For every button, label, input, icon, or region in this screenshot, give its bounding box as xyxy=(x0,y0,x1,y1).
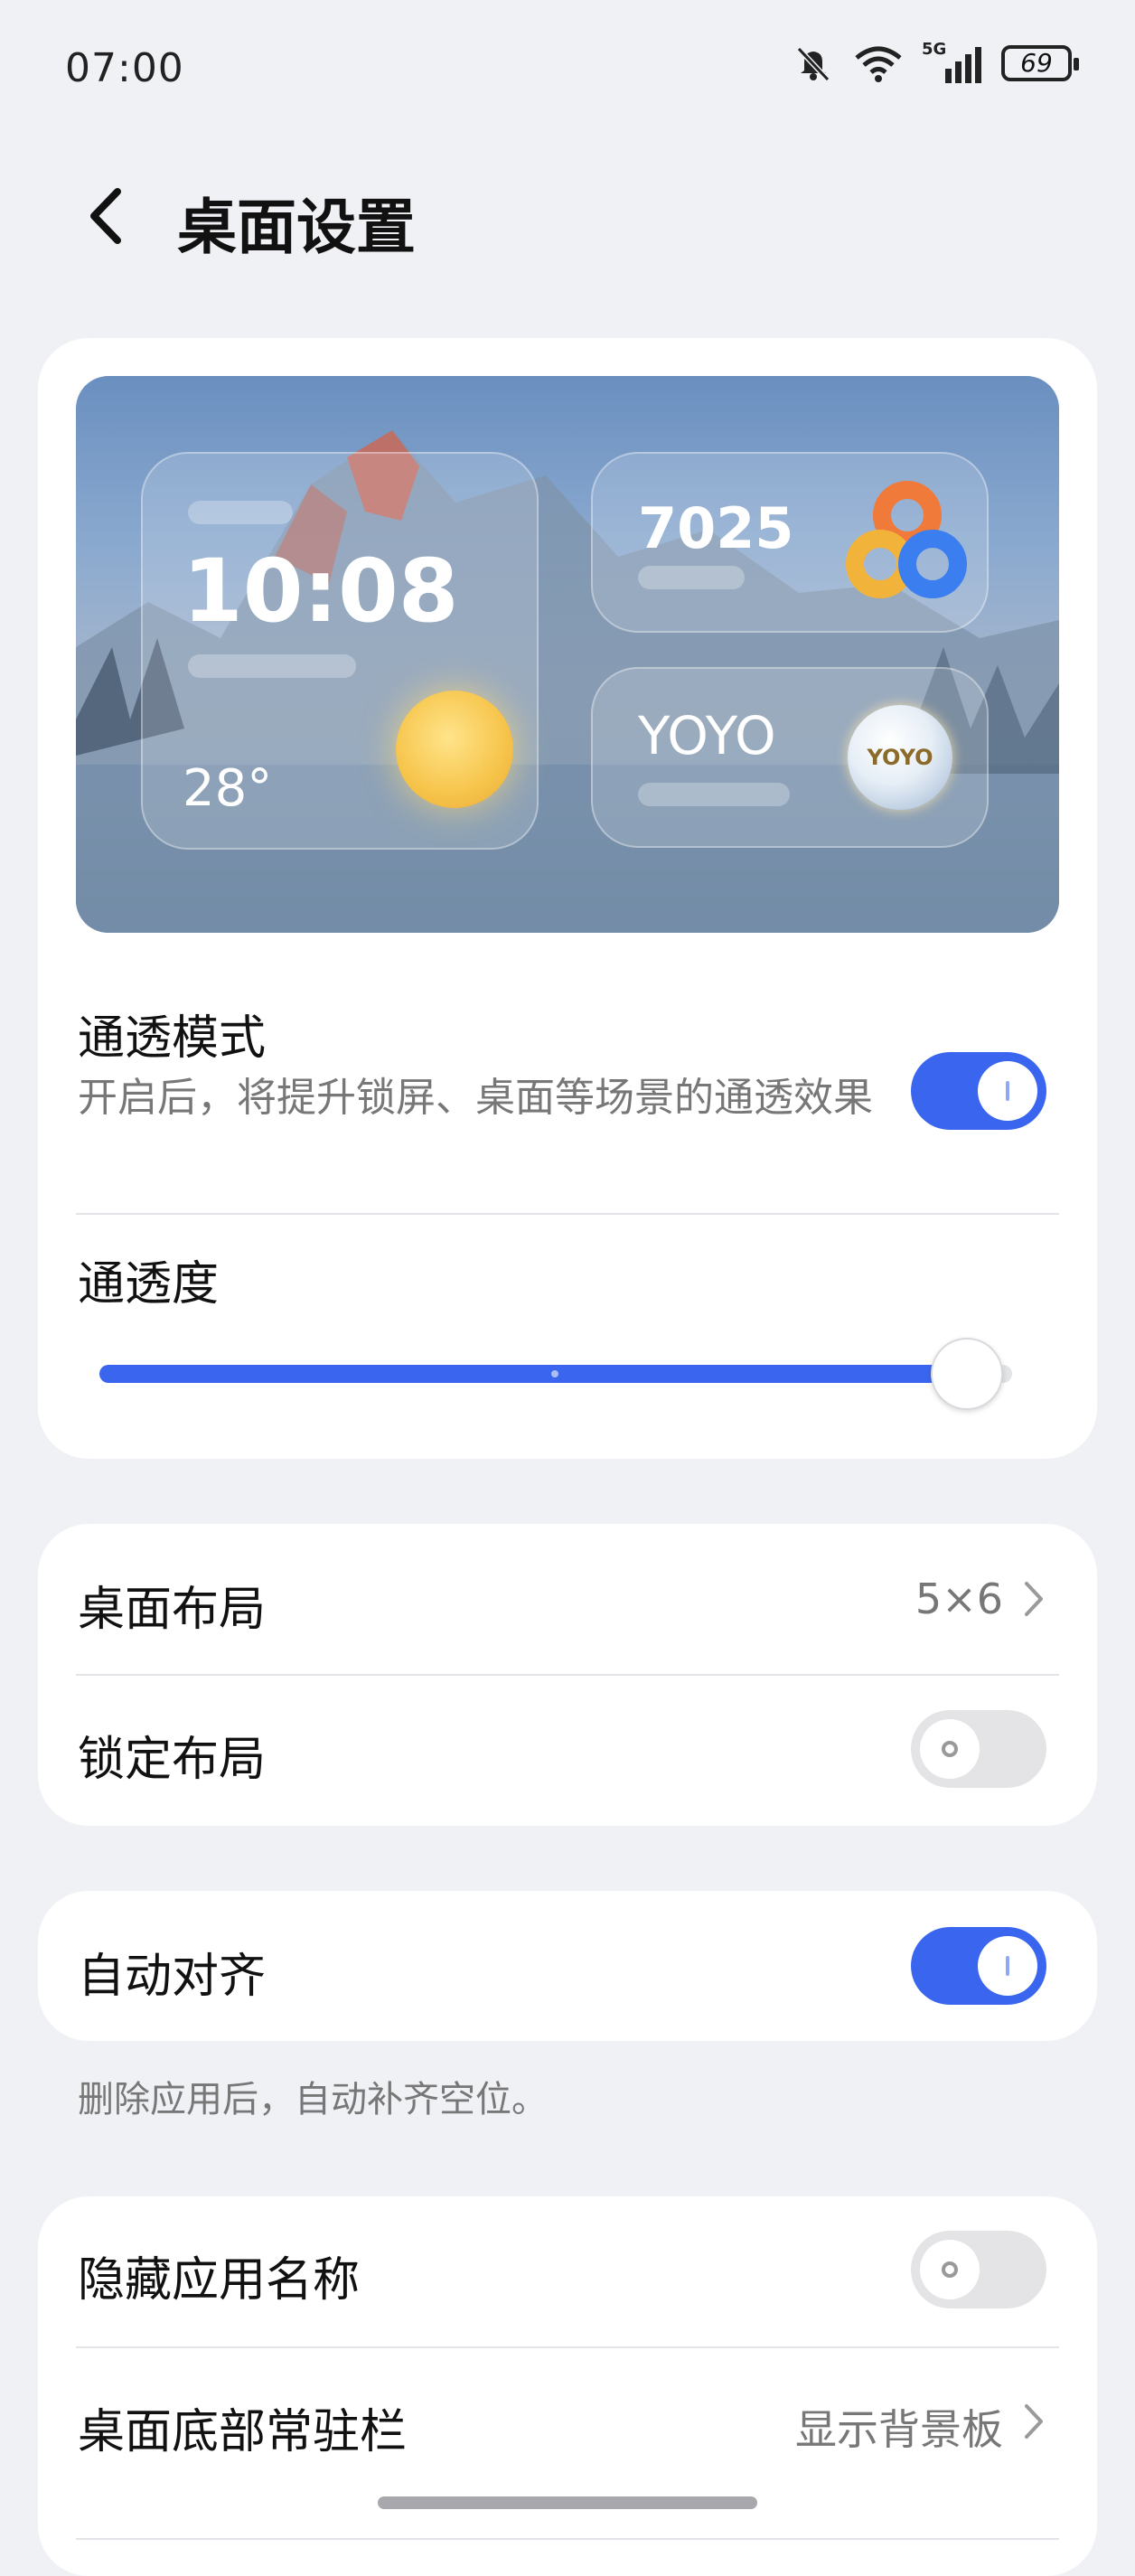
lock-layout-toggle[interactable] xyxy=(911,1710,1046,1788)
battery-level: 69 xyxy=(1020,48,1053,78)
home-indicator[interactable] xyxy=(378,2496,757,2509)
transparency-slider[interactable] xyxy=(99,1332,1012,1414)
temperature: 28° xyxy=(183,759,273,818)
back-arrow-icon xyxy=(90,188,121,244)
page-title: 桌面设置 xyxy=(177,193,416,262)
hide-names-toggle[interactable] xyxy=(911,2231,1046,2308)
hide-names-label: 隐藏应用名称 xyxy=(78,2253,361,2308)
yoyo-badge: YOYO xyxy=(867,745,933,770)
chevron-right-icon xyxy=(1025,1582,1043,1616)
wifi-icon xyxy=(855,46,902,82)
transparency-mode-title: 通透模式 xyxy=(78,1011,267,1066)
transparency-mode-toggle[interactable] xyxy=(911,1052,1046,1130)
widget-label: YOYO xyxy=(638,705,776,766)
app-display-card: 隐藏应用名称 桌面底部常驻栏 显示背景板 xyxy=(38,2196,1097,2576)
desktop-layout-value: 5×6 xyxy=(915,1575,1003,1623)
battery-icon: 69 xyxy=(1001,45,1079,81)
transparency-mode-description: 开启后，将提升锁屏、桌面等场景的通透效果 xyxy=(78,1075,873,1121)
divider xyxy=(76,2538,1059,2540)
auto-align-toggle[interactable] xyxy=(911,1927,1046,2005)
hide-names-row: 隐藏应用名称 xyxy=(38,2196,1097,2346)
status-icons: 5G 69 xyxy=(793,40,1079,83)
desktop-layout-row[interactable]: 桌面布局 5×6 xyxy=(38,1524,1097,1674)
dock-label: 桌面底部常驻栏 xyxy=(78,2405,408,2459)
auto-align-label: 自动对齐 xyxy=(78,1950,267,2004)
slider-midpoint xyxy=(551,1370,558,1377)
header: 桌面设置 xyxy=(0,163,1135,271)
transparency-card: 10:08 28° 7025 YOYO YOYO 通透模式 开启后，将提升锁屏、… xyxy=(38,338,1097,1459)
divider xyxy=(76,1213,1059,1215)
steps-widget: 7025 xyxy=(591,452,989,633)
preview-wallpaper: 10:08 28° 7025 YOYO YOYO xyxy=(76,376,1059,933)
slider-fill xyxy=(99,1365,967,1383)
lock-layout-row: 锁定布局 xyxy=(38,1676,1097,1826)
status-time: 07:00 xyxy=(65,45,184,91)
sun-icon xyxy=(396,691,513,808)
dock-value: 显示背景板 xyxy=(795,2405,1003,2454)
mute-bell-icon xyxy=(796,46,830,82)
dock-row[interactable]: 桌面底部常驻栏 显示背景板 xyxy=(38,2348,1097,2498)
auto-align-card: 自动对齐 xyxy=(38,1891,1097,2041)
widget-number: 7025 xyxy=(638,495,794,561)
yoyo-orb-icon: YOYO xyxy=(848,705,952,810)
rings-icon xyxy=(846,481,967,598)
yoyo-widget: YOYO YOYO xyxy=(591,667,989,848)
transparency-level-title: 通透度 xyxy=(78,1257,220,1312)
clock-weather-widget: 10:08 28° xyxy=(141,452,539,850)
clock-time: 10:08 xyxy=(183,541,459,642)
desktop-layout-label: 桌面布局 xyxy=(78,1583,267,1637)
chevron-right-icon xyxy=(1025,2404,1043,2439)
status-bar: 07:00 5G 69 xyxy=(0,0,1135,145)
network-type: 5G xyxy=(922,40,947,59)
lock-layout-label: 锁定布局 xyxy=(78,1733,267,1787)
layout-card: 桌面布局 5×6 锁定布局 xyxy=(38,1524,1097,1826)
signal-icon: 5G xyxy=(922,40,981,83)
auto-align-hint: 删除应用后，自动补齐空位。 xyxy=(78,2079,548,2120)
slider-thumb[interactable] xyxy=(930,1338,1003,1410)
back-button[interactable] xyxy=(83,175,146,257)
